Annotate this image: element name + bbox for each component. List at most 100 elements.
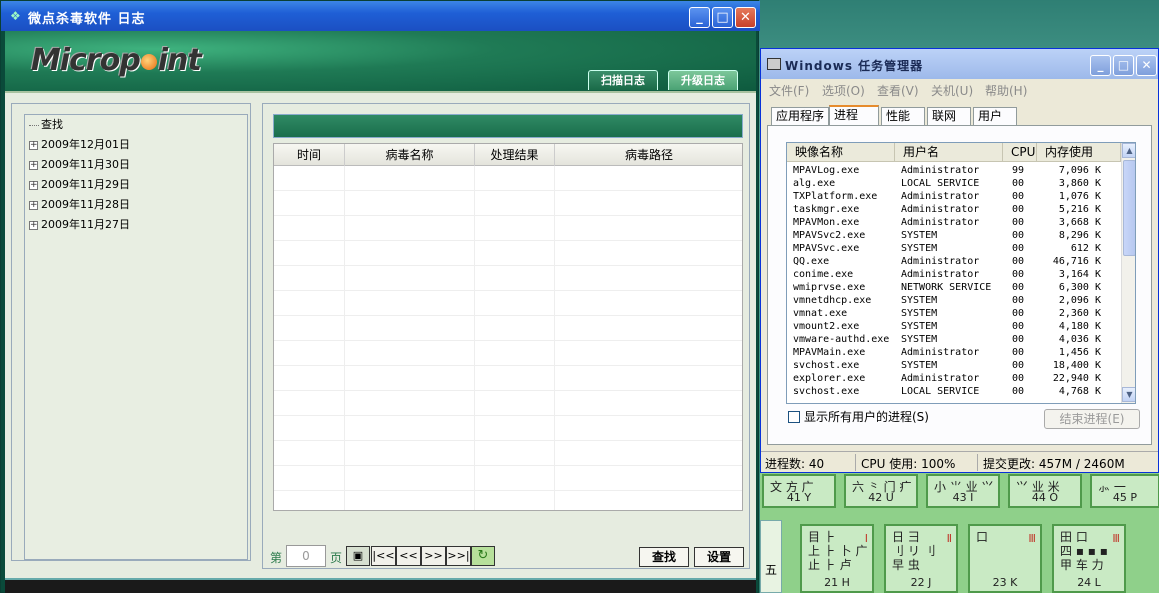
mp-footer [5,578,756,593]
checkbox-box[interactable] [788,411,800,423]
table-row [274,441,742,466]
expand-plus-icon[interactable]: + [29,220,38,230]
expand-plus-icon[interactable]: + [29,200,38,210]
process-row[interactable]: MPAVMain.exe Administrator 00 1,456 K [787,346,1121,359]
expand-plus-icon[interactable]: + [29,140,38,150]
settings-button[interactable]: 设置 [694,547,744,567]
process-list-header: 映像名称 用户名 CPU 内存使用 [787,143,1121,162]
process-mem-usage: 3,164 K [1058,269,1101,280]
mp-titlebar[interactable]: ❖ 微点杀毒软件 日志 _ □ ✕ [1,1,760,31]
key-21h: 目 ⺊ 上 ⺊ 卜 广 止 ⺊ 卢 Ⅰ 21 H [800,524,874,593]
process-image-name: svchost.exe [793,386,860,397]
close-button[interactable]: ✕ [735,7,756,28]
process-row[interactable]: vmnetdhcp.exe SYSTEM 00 2,096 K [787,294,1121,307]
process-row[interactable]: taskmgr.exe Administrator 00 5,216 K [787,203,1121,216]
maximize-button[interactable]: □ [712,7,733,28]
tree-item-date[interactable]: +2009年11月28日 [29,197,130,213]
refresh-button[interactable]: ↻ [471,546,495,566]
process-row[interactable]: conime.exe Administrator 00 3,164 K [787,268,1121,281]
process-mem-usage: 2,096 K [1058,295,1101,306]
process-row[interactable]: MPAVSvc2.exe SYSTEM 00 8,296 K [787,229,1121,242]
process-row[interactable]: MPAVSvc.exe SYSTEM 00 612 K [787,242,1121,255]
find-button[interactable]: 查找 [639,547,689,567]
process-image-name: TXPlatform.exe [793,191,878,202]
process-row[interactable]: explorer.exe Administrator 00 22,940 K [787,372,1121,385]
process-cpu: 00 [1012,321,1025,332]
col-header-user-name[interactable]: 用户名 [895,143,1003,162]
process-cpu: 00 [1012,230,1025,241]
menu-help[interactable]: 帮助(H) [985,82,1027,99]
date-tree: 查找 +2009年12月01日 +2009年11月30日 +2009年11月29… [24,114,248,560]
expand-plus-icon[interactable]: + [29,180,38,190]
tab-performance[interactable]: 性能 [881,107,925,125]
tab-update-log[interactable]: 升级日志 [668,70,738,90]
menu-file[interactable]: 文件(F) [769,82,809,99]
first-page-button[interactable]: |<< [371,546,396,566]
scroll-up-arrow-icon[interactable]: ▲ [1122,143,1135,158]
show-all-users-checkbox[interactable]: 显示所有用户的进程(S) [788,408,929,425]
process-row[interactable]: svchost.exe LOCAL SERVICE 00 4,768 K [787,385,1121,398]
scroll-thumb[interactable] [1123,160,1135,256]
status-process-count: 进程数: 40 [765,457,825,471]
process-row[interactable]: vmount2.exe SYSTEM 00 4,180 K [787,320,1121,333]
process-row[interactable]: TXPlatform.exe Administrator 00 1,076 K [787,190,1121,203]
process-cpu: 00 [1012,308,1025,319]
menu-view[interactable]: 查看(V) [877,82,919,99]
process-list-scrollbar[interactable]: ▲ ▼ [1121,143,1135,403]
col-header-virus-name[interactable]: 病毒名称 [345,144,475,166]
col-header-cpu[interactable]: CPU [1003,143,1037,162]
key-23k: 口 Ⅲ 23 K [968,524,1042,593]
expand-plus-icon[interactable]: + [29,160,38,170]
tm-minimize-button[interactable]: _ [1090,55,1111,76]
process-row[interactable]: QQ.exe Administrator 00 46,716 K [787,255,1121,268]
process-list[interactable]: 映像名称 用户名 CPU 内存使用 MPAVLog.exe Administrat… [786,142,1136,404]
table-row [274,216,742,241]
process-row[interactable]: alg.exe LOCAL SERVICE 00 3,860 K [787,177,1121,190]
scroll-down-arrow-icon[interactable]: ▼ [1122,387,1135,402]
process-image-name: explorer.exe [793,373,866,384]
process-row[interactable]: svchost.exe SYSTEM 00 18,400 K [787,359,1121,372]
process-row[interactable]: MPAVLog.exe Administrator 99 7,096 K [787,164,1121,177]
tm-titlebar[interactable]: Windows 任务管理器 _ □ ✕ [761,49,1158,79]
col-header-virus-path[interactable]: 病毒路径 [555,144,742,166]
col-header-result[interactable]: 处理结果 [475,144,555,166]
tm-maximize-button[interactable]: □ [1113,55,1134,76]
tm-close-button[interactable]: ✕ [1136,55,1157,76]
table-row [274,166,742,191]
process-cpu: 00 [1012,373,1025,384]
tree-item-date[interactable]: +2009年11月30日 [29,157,130,173]
menu-shutdown[interactable]: 关机(U) [931,82,973,99]
tab-networking[interactable]: 联网 [927,107,971,125]
tab-users[interactable]: 用户 [973,107,1017,125]
tab-scan-log[interactable]: 扫描日志 [588,70,658,90]
process-row[interactable]: MPAVMon.exe Administrator 00 3,668 K [787,216,1121,229]
process-row[interactable]: vmnat.exe SYSTEM 00 2,360 K [787,307,1121,320]
prev-page-button[interactable]: << [396,546,421,566]
log-table[interactable]: 时间 病毒名称 处理结果 病毒路径 [273,143,743,511]
tree-root-search[interactable]: 查找 [29,117,63,133]
menu-options[interactable]: 选项(O) [822,82,865,99]
page-number-input[interactable]: 0 [286,545,326,567]
process-mem-usage: 3,860 K [1058,178,1101,189]
process-image-name: vmware-authd.exe [793,334,890,345]
process-image-name: MPAVSvc2.exe [793,230,866,241]
process-user-name: Administrator [901,204,980,215]
col-header-image-name[interactable]: 映像名称 [787,143,895,162]
process-row[interactable]: wmiprvse.exe NETWORK SERVICE 00 6,300 K [787,281,1121,294]
tree-item-date[interactable]: +2009年12月01日 [29,137,130,153]
end-process-button[interactable]: 结束进程(E) [1044,409,1140,429]
tab-applications[interactable]: 应用程序 [771,107,829,125]
save-log-button[interactable]: ▣ [346,546,370,566]
col-header-mem-usage[interactable]: 内存使用 [1037,143,1121,162]
status-separator [855,454,856,471]
col-header-time[interactable]: 时间 [274,144,345,166]
process-row[interactable]: vmware-authd.exe SYSTEM 00 4,036 K [787,333,1121,346]
tree-item-date[interactable]: +2009年11月27日 [29,217,130,233]
tab-processes[interactable]: 进程 [829,105,879,126]
process-mem-usage: 4,036 K [1058,334,1101,345]
tree-item-date[interactable]: +2009年11月29日 [29,177,130,193]
last-page-button[interactable]: >>| [446,546,471,566]
process-cpu: 00 [1012,204,1025,215]
next-page-button[interactable]: >> [421,546,446,566]
minimize-button[interactable]: _ [689,7,710,28]
